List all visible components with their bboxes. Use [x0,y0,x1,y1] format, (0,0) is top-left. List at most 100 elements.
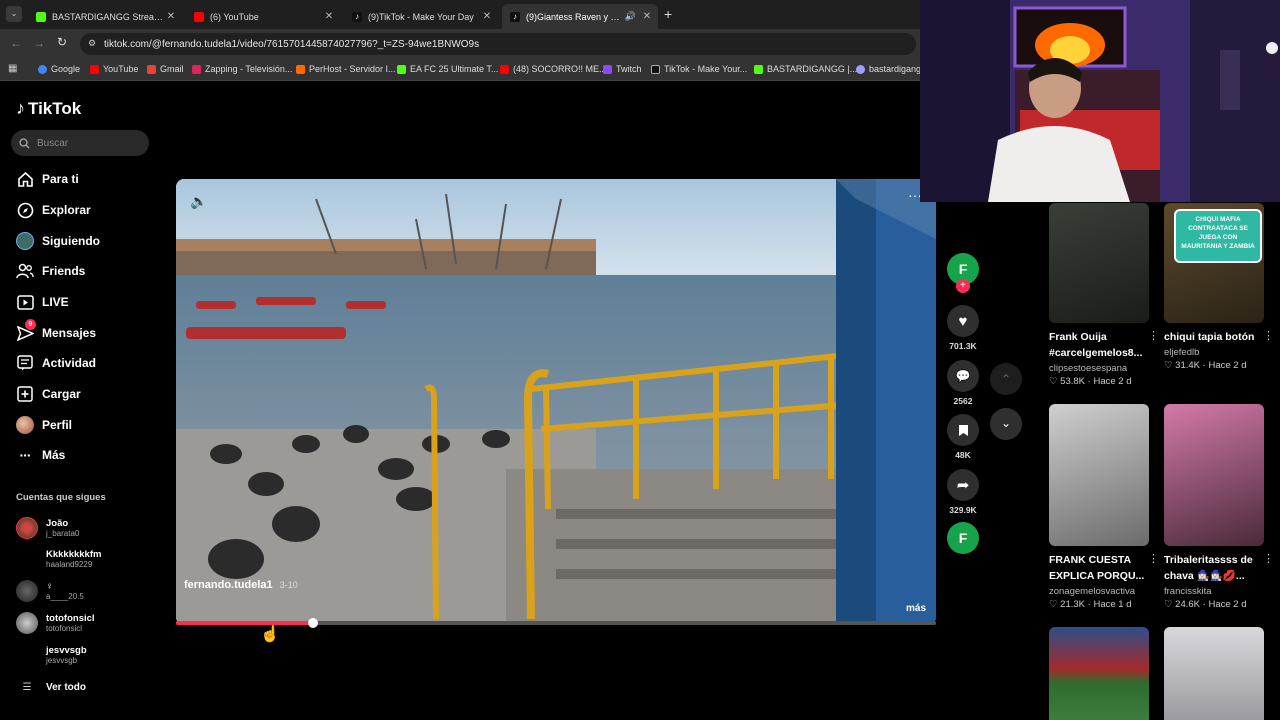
nav-item-mas[interactable]: ··· Más [16,444,66,466]
following-account[interactable]: Kkkkkkkkfm haaland9229 [16,546,101,572]
bookmark-item[interactable]: Twitch [603,64,642,74]
nav-item-friends[interactable]: Friends [16,260,85,282]
account-handle: haaland9229 [46,560,93,569]
follow-plus-icon[interactable]: + [956,279,970,293]
comment-button[interactable]: 💬 2562 [947,360,979,406]
reload-icon[interactable]: ↻ [57,35,67,49]
save-button[interactable]: 48K [947,414,979,460]
zapping-icon [192,64,201,74]
share-button[interactable]: ➦ 329.9K [947,469,979,515]
heart-icon: ♥ [947,305,979,337]
bookmark-item[interactable]: TikTok - Make Your... [651,64,747,74]
live-icon [16,293,34,311]
mouse-cursor-icon: ☝ [260,626,280,643]
back-icon[interactable]: ← [10,36,22,50]
bookmark-item[interactable]: PerHost - Servidor I... [296,64,396,74]
forward-icon[interactable]: → [33,36,45,50]
kick-icon [36,11,46,22]
close-icon[interactable]: ✕ [480,11,494,22]
url-field[interactable]: ⚙ tiktok.com/@fernando.tudela1/video/761… [80,33,916,55]
tiktok-logo[interactable]: ♪ TikTok [16,98,81,119]
video-title: FRANK CUESTA EXPLICA PORQU... [1049,554,1145,582]
messages-icon: 9 [16,319,36,342]
notification-badge: 9 [25,319,36,330]
video-player[interactable]: 🔈 ··· fernando.tudela1 3-10 más [176,179,936,625]
more-icon[interactable]: ⋮ [1148,329,1159,342]
sound-avatar-button[interactable]: F [947,522,979,554]
browser-tab-active[interactable]: ♪ (9)Giantess Raven y la Tona 🔊 ✕ [502,4,658,29]
nav-item-siguiendo[interactable]: Siguiendo [16,230,100,252]
nav-item-para-ti[interactable]: Para ti [16,168,79,190]
apps-icon[interactable]: ▦ [8,63,17,74]
bookmark-item[interactable]: EA FC 25 Ultimate T... [397,64,498,74]
video-author[interactable]: eljefedlb [1164,347,1264,358]
search-placeholder: Buscar [37,137,69,149]
nav-item-mensajes[interactable]: 9 Mensajes [16,319,96,344]
close-icon[interactable]: ✕ [640,11,654,22]
close-icon[interactable]: ✕ [322,11,336,22]
search-icon [19,138,30,149]
video-thumbnail [1049,627,1149,720]
bookmark-item[interactable]: (48) SOCORRO!! ME... [500,64,607,74]
comment-count: 2562 [953,396,973,406]
video-frame [176,179,936,625]
bookmark-item[interactable]: BASTARDIGANGG |... [754,64,857,74]
video-title: chiqui tapia botón [1164,331,1255,343]
next-video-button[interactable]: ⌄ [990,408,1022,440]
browser-tab[interactable]: (6) YouTube ✕ [186,4,340,29]
video-author[interactable]: fernando.tudela1 [184,579,273,591]
avatar: F [947,522,979,554]
site-info-icon[interactable]: ⚙ [88,38,96,49]
nav-item-actividad[interactable]: Actividad [16,352,96,374]
tab-title: (6) YouTube [210,11,259,22]
perhost-icon [296,64,305,74]
url-text: tiktok.com/@fernando.tudela1/video/76157… [104,38,480,50]
see-all-link[interactable]: ☰ Ver todo [16,674,87,700]
nav-item-cargar[interactable]: Cargar [16,383,81,405]
following-account[interactable]: jesvvsgb jesvvsgb [16,642,87,668]
recommended-video-card[interactable] [1164,627,1264,720]
nav-item-perfil[interactable]: Perfil [16,414,72,436]
upload-icon [16,385,34,403]
author-avatar-button[interactable]: F + [947,253,979,293]
video-author[interactable]: clipsestoesespana [1049,363,1149,374]
recommended-video-card[interactable]: CHIQUI MAFIA CONTRAATACA SE JUEGA CON MA… [1164,203,1274,371]
more-icon[interactable]: ⋮ [1263,552,1274,565]
recommended-video-card[interactable]: FRANK CUESTA EXPLICA PORQU... ⋮ zonageme… [1049,404,1159,610]
see-all-label: Ver todo [46,681,87,693]
search-input[interactable]: Buscar [11,130,149,156]
nav-item-live[interactable]: LIVE [16,291,69,313]
browser-tab[interactable]: ♪ (9)TikTok - Make Your Day ✕ [344,4,498,29]
following-account[interactable]: João j_barata0 [16,515,79,541]
nav-item-explorar[interactable]: Explorar [16,199,91,221]
browser-tab[interactable]: BASTARDIGANGG Stream - Wa ✕ [28,4,182,29]
tiktok-icon: ♪ [510,11,520,22]
more-icon[interactable]: ⋮ [1263,329,1274,342]
like-button[interactable]: ♥ 701.3K [947,305,979,351]
video-author[interactable]: francisskita [1164,586,1264,597]
following-account[interactable]: totofonsicl totofonsicl [16,610,95,636]
close-icon[interactable]: ✕ [164,11,178,22]
following-account[interactable]: ♀ a____20.5 [16,578,84,604]
bookmark-item[interactable]: YouTube [90,64,138,74]
previous-video-button[interactable]: ⌃ [990,363,1022,395]
youtube-icon [194,11,204,22]
bookmark-item[interactable]: bastardigangg [856,64,926,74]
new-tab-button[interactable]: + [664,6,672,22]
recommended-video-card[interactable]: Frank Ouija #carcelgemelos8... ⋮ clipses… [1049,203,1159,387]
speaker-icon[interactable]: 🔊 [625,11,636,22]
volume-icon[interactable]: 🔈 [190,193,207,210]
recommended-video-card[interactable] [1049,627,1149,720]
more-link[interactable]: más [906,603,926,614]
progress-handle[interactable] [307,618,318,628]
more-icon[interactable]: ⋮ [1148,552,1159,565]
video-progress-bar[interactable] [176,618,936,628]
recommended-video-card[interactable]: Tribaleritassss de chava 🧙🏻‍♀️🧙🏻‍♀️💋... … [1164,404,1274,610]
bookmark-item[interactable]: Zapping - Televisión... [192,64,292,74]
tab-search-button[interactable]: ⌄ [6,6,22,22]
bookmark-icon [947,414,979,446]
bookmark-item[interactable]: Google [38,64,80,74]
bookmark-item[interactable]: Gmail [147,64,184,74]
following-avatar-icon [16,232,34,250]
video-author[interactable]: zonagemelosvactiva [1049,586,1149,597]
